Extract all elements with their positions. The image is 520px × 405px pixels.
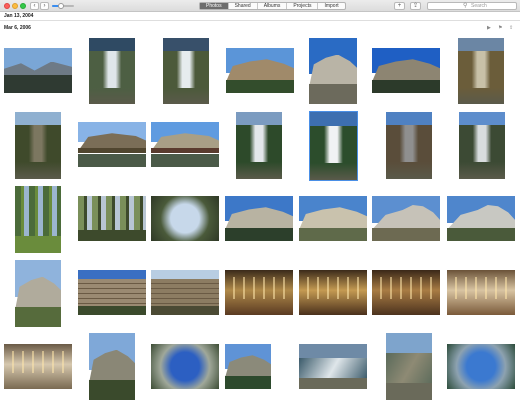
photo-thumbnail[interactable] bbox=[4, 344, 72, 389]
section-divider bbox=[0, 20, 520, 21]
plus-icon: + bbox=[397, 3, 402, 9]
section-header-mar-2006: Mar 6, 2006 bbox=[4, 25, 31, 31]
tab-import[interactable]: Import bbox=[318, 3, 344, 9]
photo-thumbnail[interactable] bbox=[447, 270, 515, 315]
photo-thumbnail[interactable] bbox=[225, 196, 293, 241]
flag-icon[interactable]: ⚑ bbox=[498, 25, 502, 31]
share-icon[interactable]: ⇪ bbox=[509, 25, 513, 31]
photo-thumbnail[interactable] bbox=[163, 38, 209, 104]
share-button[interactable]: ⇪ bbox=[410, 2, 421, 10]
photo-thumbnail[interactable] bbox=[299, 196, 367, 241]
photo-thumbnail[interactable] bbox=[15, 186, 61, 253]
photo-thumbnail[interactable] bbox=[309, 111, 358, 181]
chevron-left-icon: ‹ bbox=[33, 3, 36, 9]
search-placeholder: Search bbox=[471, 3, 487, 9]
close-window-button[interactable] bbox=[4, 3, 10, 9]
photo-thumbnail[interactable] bbox=[225, 344, 271, 389]
photo-thumbnail[interactable] bbox=[299, 270, 367, 315]
zoom-slider[interactable] bbox=[52, 3, 74, 9]
zoom-window-button[interactable] bbox=[20, 3, 26, 9]
photo-thumbnail[interactable] bbox=[15, 112, 61, 179]
toolbar: ‹ › Photos Shared Albums Projects Import + ⇪… bbox=[0, 0, 520, 12]
search-icon: ⚲ bbox=[463, 3, 468, 9]
photo-thumbnail[interactable] bbox=[89, 38, 135, 104]
add-button[interactable]: + bbox=[394, 2, 405, 10]
photo-thumbnail[interactable] bbox=[151, 270, 219, 315]
photo-thumbnail[interactable] bbox=[372, 270, 440, 315]
forward-button[interactable]: › bbox=[40, 2, 49, 10]
photo-thumbnail[interactable] bbox=[15, 260, 61, 327]
photo-thumbnail[interactable] bbox=[372, 48, 440, 93]
view-tabs: Photos Shared Albums Projects Import bbox=[199, 2, 346, 10]
photo-thumbnail[interactable] bbox=[372, 196, 440, 241]
photo-thumbnail[interactable] bbox=[459, 112, 505, 179]
photo-thumbnail[interactable] bbox=[151, 344, 219, 389]
photo-thumbnail[interactable] bbox=[225, 270, 293, 315]
tab-albums[interactable]: Albums bbox=[258, 3, 288, 9]
back-button[interactable]: ‹ bbox=[30, 2, 39, 10]
minimize-window-button[interactable] bbox=[12, 3, 18, 9]
photo-thumbnail[interactable] bbox=[386, 333, 432, 400]
photo-thumbnail[interactable] bbox=[299, 344, 367, 389]
photo-thumbnail[interactable] bbox=[226, 48, 294, 93]
photo-thumbnail[interactable] bbox=[447, 344, 515, 389]
play-icon[interactable]: ▶ bbox=[487, 25, 491, 31]
section-header-jan-2004: Jan 13, 2004 bbox=[4, 13, 34, 19]
photo-thumbnail[interactable] bbox=[236, 112, 282, 179]
photo-thumbnail[interactable] bbox=[151, 122, 219, 167]
photo-thumbnail[interactable] bbox=[78, 196, 146, 241]
zoom-slider-knob[interactable] bbox=[57, 3, 64, 9]
photo-thumbnail[interactable] bbox=[151, 196, 219, 241]
tab-projects[interactable]: Projects bbox=[287, 3, 319, 9]
photo-thumbnail[interactable] bbox=[309, 38, 357, 104]
photo-thumbnail[interactable] bbox=[89, 333, 135, 400]
photo-thumbnail[interactable] bbox=[458, 38, 504, 104]
tab-photos[interactable]: Photos bbox=[200, 3, 229, 9]
photo-thumbnail[interactable] bbox=[4, 48, 72, 93]
search-field[interactable]: ⚲ Search bbox=[427, 2, 517, 10]
chevron-right-icon: › bbox=[43, 3, 46, 9]
photo-thumbnail[interactable] bbox=[447, 196, 515, 241]
tab-shared[interactable]: Shared bbox=[229, 3, 258, 9]
photo-thumbnail[interactable] bbox=[78, 270, 146, 315]
share-icon: ⇪ bbox=[412, 3, 419, 9]
photo-thumbnail[interactable] bbox=[386, 112, 432, 179]
photo-thumbnail[interactable] bbox=[78, 122, 146, 167]
